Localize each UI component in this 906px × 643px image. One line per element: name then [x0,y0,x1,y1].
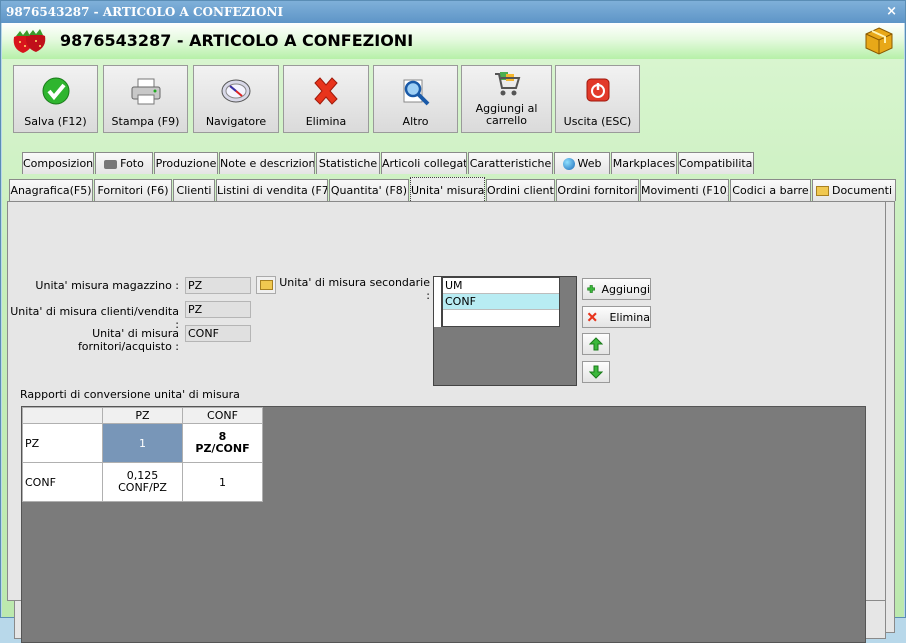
main-content: Salva (F12) Stampa (F9) Navigatore Elimi… [2,59,904,643]
fornitori-field[interactable]: CONF [185,325,251,342]
arrow-down-icon [589,365,603,379]
tab-web[interactable]: Web [554,152,610,174]
delete-icon [587,312,597,322]
tab-ordini-fornitori[interactable]: Ordini fornitori [556,179,639,201]
check-icon [42,77,69,105]
navigator-button-label: Navigatore [205,115,267,128]
camera-icon [104,159,118,169]
tab-listini-vendita[interactable]: Listini di vendita (F7) [216,179,328,201]
row-indicator [434,277,442,327]
magnifier-icon [403,79,429,106]
fornitori-label: Unita' di misura fornitori/acquisto : [77,327,179,353]
tab-produzione[interactable]: Produzione [154,152,218,174]
column-header-pz: PZ [102,407,183,424]
clienti-field[interactable]: PZ [185,301,251,318]
conversione-title: Rapporti di conversione unita' di misura [20,388,240,401]
strawberry-icon [13,29,46,53]
secondarie-label: Unita' di misura secondarie : [279,276,430,302]
tab-movimenti[interactable]: Movimenti (F10) [640,179,729,201]
tab-caratteristiche[interactable]: Caratteristiche [468,152,553,174]
tab-clienti[interactable]: Clienti [173,179,215,201]
folder-icon [259,280,273,290]
move-up-button[interactable] [582,333,610,355]
exit-button-label: Uscita (ESC) [563,115,632,128]
secondarie-header: UM [443,278,559,294]
list-item[interactable] [443,310,559,326]
delete-icon [314,77,338,105]
folder-icon [815,186,829,196]
magazzino-field[interactable]: PZ [185,277,251,294]
cell-pz-conf-unit: PZ/CONF [195,442,250,455]
more-button-label: Altro [402,115,429,128]
tab-articoli-collegati[interactable]: Articoli collegati [381,152,467,174]
application-window: 9876543287 - ARTICOLO A CONFEZIONI × 987… [0,0,906,643]
tab-quantita[interactable]: Quantita' (F8) [329,179,409,201]
page-title: 9876543287 - ARTICOLO A CONFEZIONI [60,31,414,50]
move-down-button[interactable] [582,361,610,383]
tab-anagrafica[interactable]: Anagrafica(F5) [9,179,93,201]
print-button[interactable]: Stampa (F9) [103,65,188,133]
plus-icon [587,285,596,293]
tab-foto-label: Foto [120,157,144,170]
unita-misura-content: Unita' misura magazzino : PZ Unita' di m… [7,201,886,643]
tab-web-label: Web [577,157,602,170]
add-to-cart-button[interactable]: Aggiungi al carrello [461,65,552,133]
column-header-conf: CONF [182,407,263,424]
magazzino-browse-button[interactable] [256,276,276,294]
exit-button[interactable]: Uscita (ESC) [555,65,640,133]
cell-conf-pz[interactable]: 0,125 CONF/PZ [102,462,183,502]
delete-um-button[interactable]: Elimina [582,306,651,328]
tab-note-descrizioni[interactable]: Note e descrizioni [219,152,315,174]
power-icon [586,78,609,102]
secondarie-list: UM CONF [442,277,560,327]
tab-documenti[interactable]: Documenti [812,179,896,201]
add-to-cart-button-label: Aggiungi al carrello [475,102,538,127]
title-bar: 9876543287 - ARTICOLO A CONFEZIONI × [1,1,905,23]
globe-icon [562,158,575,170]
tab-codici-barre[interactable]: Codici a barre [730,179,811,201]
tab-compatibilita[interactable]: Compatibilita' [678,152,754,174]
delete-um-label: Elimina [609,310,650,324]
cell-conf-conf[interactable]: 1 [182,462,263,502]
tab-fornitori[interactable]: Fornitori (F6) [94,179,172,201]
secondarie-grid: UM CONF [433,276,577,386]
conversione-grid-area: PZ CONF PZ 1 8 PZ/CONF CONF 0,125 CONF/P… [21,406,866,643]
magazzino-label: Unita' misura magazzino : [35,279,179,292]
add-um-label: Aggiungi [601,282,650,296]
cell-pz-conf[interactable]: 8 PZ/CONF [182,423,263,463]
row-header-conf: CONF [22,462,103,502]
tab-foto[interactable]: Foto [95,152,153,174]
tab-markplaces[interactable]: Markplaces [611,152,677,174]
save-button-label: Salva (F12) [24,115,87,128]
arrow-up-icon [589,337,603,351]
cart-icon [494,72,520,96]
add-um-button[interactable]: Aggiungi [582,278,651,300]
tab-unita-misura[interactable]: Unita' misura [410,177,485,201]
cell-pz-pz[interactable]: 1 [102,423,183,463]
conversione-table: PZ CONF PZ 1 8 PZ/CONF CONF 0,125 CONF/P… [22,407,263,502]
window-title: 9876543287 - ARTICOLO A CONFEZIONI [6,5,284,19]
save-button[interactable]: Salva (F12) [13,65,98,133]
printer-icon [131,78,160,105]
corner-header [22,407,103,424]
tab-documenti-label: Documenti [831,184,893,197]
delete-button-label: Elimina [305,115,347,128]
cube-icon [865,27,893,55]
delete-button[interactable]: Elimina [283,65,369,133]
more-button[interactable]: Altro [373,65,458,133]
list-item[interactable]: CONF [443,294,559,310]
tab-composizioni[interactable]: Composizioni [22,152,94,174]
compass-icon [221,79,251,103]
tab-statistiche[interactable]: Statistiche [316,152,380,174]
cell-conf-pz-unit: CONF/PZ [118,481,167,494]
row-header-pz: PZ [22,423,103,463]
close-icon[interactable]: × [886,1,897,23]
print-button-label: Stampa (F9) [111,115,180,128]
header-bar: 9876543287 - ARTICOLO A CONFEZIONI [2,23,904,59]
tab-ordini-clienti[interactable]: Ordini clienti [486,179,555,201]
navigator-button[interactable]: Navigatore [193,65,279,133]
